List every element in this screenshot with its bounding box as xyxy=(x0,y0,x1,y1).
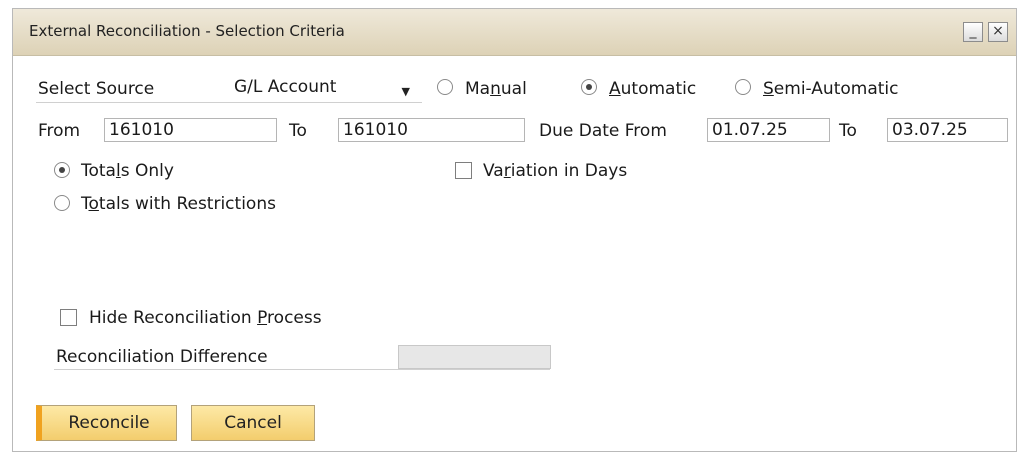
source-combo[interactable]: G/L Account ▼ xyxy=(229,75,417,99)
source-combo-value: G/L Account xyxy=(234,77,337,97)
hide-reconciliation-process-checkbox[interactable] xyxy=(60,309,77,326)
minimize-button[interactable]: _ xyxy=(963,22,983,42)
to-account-input[interactable]: 161010 xyxy=(338,118,525,142)
dialog-title: External Reconciliation - Selection Crit… xyxy=(29,22,345,40)
radio-selected-dot xyxy=(59,167,65,173)
source-underline xyxy=(36,102,422,103)
radio-totals-only[interactable] xyxy=(54,162,70,178)
radio-semi-automatic[interactable] xyxy=(735,79,751,95)
radio-totals-with-restrictions[interactable] xyxy=(54,195,70,211)
title-bar[interactable]: External Reconciliation - Selection Crit… xyxy=(13,9,1016,56)
radio-selected-dot xyxy=(586,84,592,90)
variation-in-days-label: Variation in Days xyxy=(483,161,628,181)
reconcile-button[interactable]: Reconcile xyxy=(36,405,177,441)
close-button[interactable]: × xyxy=(988,22,1008,42)
reconciliation-difference-label: Reconciliation Difference xyxy=(56,347,268,367)
to-label: To xyxy=(289,121,307,141)
manual-label: Manual xyxy=(465,79,527,99)
totals-with-restrictions-label: Totals with Restrictions xyxy=(81,194,276,214)
cancel-button[interactable]: Cancel xyxy=(191,405,315,441)
hide-reconciliation-process-label: Hide Reconciliation Process xyxy=(89,308,322,328)
radio-automatic[interactable] xyxy=(581,79,597,95)
due-date-from-label: Due Date From xyxy=(539,121,667,141)
due-date-from-input[interactable]: 01.07.25 xyxy=(707,118,830,142)
from-account-input[interactable]: 161010 xyxy=(104,118,277,142)
from-label: From xyxy=(38,121,81,141)
totals-only-label: Totals Only xyxy=(81,161,174,181)
due-date-to-input[interactable]: 03.07.25 xyxy=(887,118,1008,142)
reconciliation-difference-field xyxy=(398,345,551,369)
variation-in-days-checkbox[interactable] xyxy=(455,162,472,179)
chevron-down-icon[interactable]: ▼ xyxy=(402,81,410,98)
semi-automatic-label: Semi-Automatic xyxy=(763,79,899,99)
radio-manual[interactable] xyxy=(437,79,453,95)
dialog-window: External Reconciliation - Selection Crit… xyxy=(12,8,1017,452)
select-source-label: Select Source xyxy=(38,79,155,99)
difference-underline xyxy=(54,369,550,370)
close-icon: × xyxy=(992,23,1004,39)
automatic-label: Automatic xyxy=(609,79,697,99)
minimize-icon: _ xyxy=(969,23,977,39)
due-date-to-label: To xyxy=(839,121,857,141)
